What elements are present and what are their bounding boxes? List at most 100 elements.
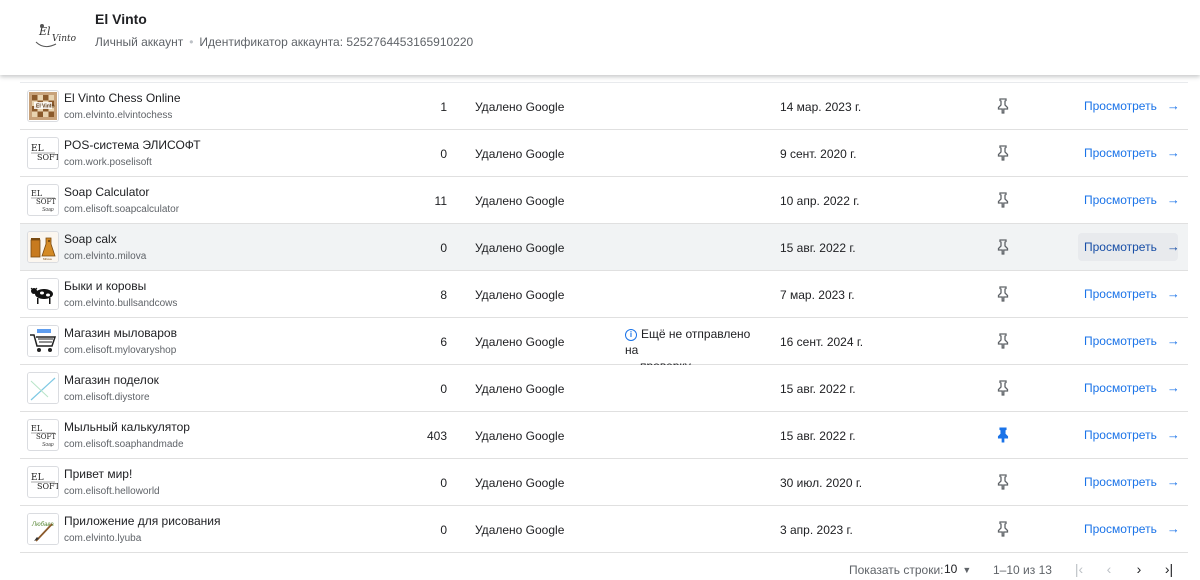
app-status: Удалено Google — [475, 100, 565, 114]
app-status: Удалено Google — [475, 241, 565, 255]
view-button[interactable]: Просмотреть → — [1078, 92, 1180, 120]
app-package: com.elisoft.soaphandmade — [64, 439, 184, 450]
arrow-right-icon: → — [1166, 474, 1180, 489]
app-name[interactable]: Магазин мыловаров — [64, 326, 177, 340]
view-button-label: Просмотреть — [1084, 475, 1157, 489]
pin-icon[interactable] — [996, 145, 1010, 161]
table-row[interactable]: Любава Приложение для рисования com.elvi… — [20, 506, 1188, 553]
last-page-icon[interactable]: ›| — [1159, 560, 1179, 578]
installs-count: 8 — [440, 288, 447, 302]
app-name[interactable]: Привет мир! — [64, 467, 132, 481]
pin-icon[interactable] — [996, 192, 1010, 208]
pin-icon[interactable] — [996, 286, 1010, 302]
app-package: com.work.poselisoft — [64, 157, 152, 168]
view-button[interactable]: Просмотреть → — [1078, 327, 1180, 355]
svg-text:SOFT: SOFT — [36, 198, 56, 206]
view-button[interactable]: Просмотреть → — [1078, 280, 1180, 308]
arrow-right-icon: → — [1166, 98, 1180, 113]
svg-text:El Vinto: El Vinto — [36, 104, 55, 110]
installs-count: 0 — [440, 523, 447, 537]
installs-count: 0 — [440, 241, 447, 255]
pin-icon[interactable] — [996, 521, 1010, 537]
pin-icon[interactable] — [996, 239, 1010, 255]
table-row[interactable]: EL SOFT POS-система ЭЛИСОФТ com.work.pose… — [20, 130, 1188, 177]
diagonal-placeholder-icon — [27, 372, 59, 404]
app-status: Удалено Google — [475, 288, 565, 302]
table-row[interactable]: El Vinto El Vinto Chess Online com.elvin… — [20, 82, 1188, 130]
app-name[interactable]: Быки и коровы — [64, 279, 146, 293]
first-page-icon[interactable]: |‹ — [1069, 560, 1089, 578]
table-row[interactable]: EL SOFT Soap Soap Calculator com.elisoft.s… — [20, 177, 1188, 224]
page-range: 1–10 из 13 — [993, 563, 1052, 577]
view-button[interactable]: Просмотреть → — [1078, 421, 1180, 449]
app-name[interactable]: Магазин поделок — [64, 373, 159, 387]
app-name[interactable]: Soap Calculator — [64, 185, 149, 199]
installs-count: 0 — [440, 382, 447, 396]
app-name[interactable]: Мыльный калькулятор — [64, 420, 190, 434]
svg-text:Soap: Soap — [42, 442, 54, 448]
view-button-label: Просмотреть — [1084, 428, 1157, 442]
app-status: Удалено Google — [475, 429, 565, 443]
view-button-label: Просмотреть — [1084, 99, 1157, 113]
previous-page-icon[interactable]: ‹ — [1099, 560, 1119, 578]
app-package: com.elvinto.elvintochess — [64, 110, 173, 121]
installs-count: 403 — [426, 429, 447, 443]
app-name[interactable]: Soap calx — [64, 232, 117, 246]
next-page-icon[interactable]: › — [1129, 560, 1149, 578]
rows-per-page-select[interactable]: 10 ▼ — [944, 562, 971, 576]
cow-icon — [27, 278, 59, 310]
view-button-label: Просмотреть — [1084, 287, 1157, 301]
arrow-right-icon: → — [1166, 333, 1180, 348]
app-name[interactable]: POS-система ЭЛИСОФТ — [64, 138, 201, 152]
arrow-right-icon: → — [1166, 427, 1180, 442]
app-status: Удалено Google — [475, 335, 565, 349]
pin-icon[interactable] — [996, 380, 1010, 396]
view-button-label: Просмотреть — [1084, 334, 1157, 348]
view-button[interactable]: Просмотреть → — [1078, 374, 1180, 402]
app-package: com.elisoft.soapcalculator — [64, 204, 180, 215]
view-button[interactable]: Просмотреть → — [1078, 468, 1180, 496]
last-updated-date: 3 апр. 2023 г. — [780, 523, 853, 537]
pinned-icon[interactable] — [996, 427, 1010, 443]
svg-text:EL: EL — [31, 424, 43, 433]
last-updated-date: 16 сент. 2024 г. — [780, 335, 864, 349]
last-updated-date: 7 мар. 2023 г. — [780, 288, 855, 302]
account-subline: Личный аккаунт • Идентификатор аккаунта: 5… — [95, 35, 473, 49]
arrow-right-icon: → — [1166, 192, 1180, 207]
view-button[interactable]: Просмотреть → — [1078, 515, 1180, 543]
installs-count: 0 — [440, 476, 447, 490]
shopping-cart-icon — [27, 325, 59, 357]
last-updated-date: 9 сент. 2020 г. — [780, 147, 857, 161]
last-updated-date: 15 авг. 2022 г. — [780, 241, 856, 255]
paintbrush-icon: Любава — [27, 513, 59, 545]
table-row[interactable]: Магазин поделок com.elisoft.diystore 0 У… — [20, 365, 1188, 412]
table-row[interactable]: Milova Soap calx com.elvinto.milova 0 Уд… — [20, 224, 1188, 271]
installs-count: 1 — [440, 100, 447, 114]
view-button-label: Просмотреть — [1084, 193, 1157, 207]
app-name[interactable]: El Vinto Chess Online — [64, 91, 181, 105]
arrow-right-icon: → — [1166, 239, 1180, 254]
arrow-right-icon: → — [1166, 286, 1180, 301]
last-updated-date: 15 авг. 2022 г. — [780, 429, 856, 443]
table-row[interactable]: Быки и коровы com.elvinto.bullsandcows 8… — [20, 271, 1188, 318]
svg-text:El: El — [38, 25, 51, 38]
account-type: Личный аккаунт — [95, 35, 184, 49]
app-package: com.elisoft.diystore — [64, 392, 150, 403]
table-row[interactable]: EL SOFT Привет мир! com.elisoft.helloworl… — [20, 459, 1188, 506]
app-status: Удалено Google — [475, 194, 565, 208]
view-button[interactable]: Просмотреть → — [1078, 233, 1180, 261]
view-button[interactable]: Просмотреть → — [1078, 186, 1180, 214]
table-row[interactable]: Магазин мыловаров com.elisoft.mylovarysh… — [20, 318, 1188, 373]
pin-icon[interactable] — [996, 474, 1010, 490]
app-name[interactable]: Приложение для рисования — [64, 514, 220, 528]
last-updated-date: 15 авг. 2022 г. — [780, 382, 856, 396]
table-row[interactable]: EL SOFT Soap Мыльный калькулятор com.eliso… — [20, 412, 1188, 459]
view-button[interactable]: Просмотреть → — [1078, 139, 1180, 167]
arrow-right-icon: → — [1166, 380, 1180, 395]
pin-icon[interactable] — [996, 98, 1010, 114]
arrow-right-icon: → — [1166, 145, 1180, 160]
app-status: Удалено Google — [475, 382, 565, 396]
last-updated-date: 30 июл. 2020 г. — [780, 476, 863, 490]
pin-icon[interactable] — [996, 333, 1010, 349]
svg-text:SOFT: SOFT — [37, 482, 58, 491]
